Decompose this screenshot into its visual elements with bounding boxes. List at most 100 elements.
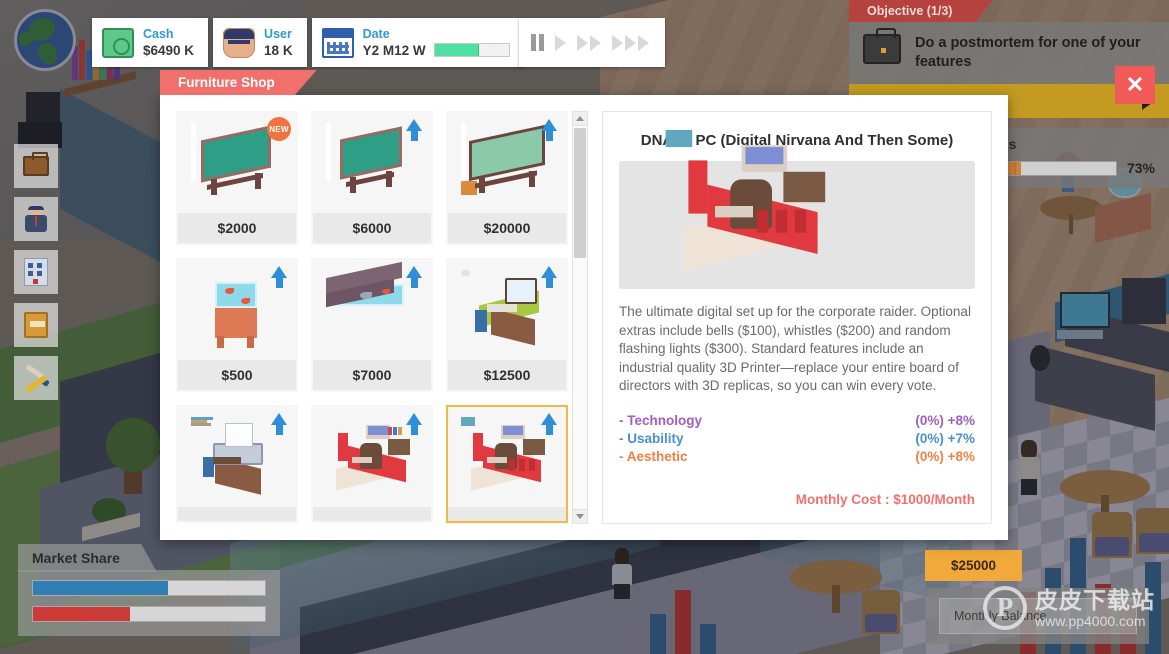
- building-icon: [24, 258, 48, 286]
- tools-icon: [22, 365, 50, 391]
- monthly-balance-label: Monthly Balance: [939, 598, 1137, 634]
- furniture-price: [448, 507, 566, 521]
- detail-image: [619, 161, 975, 289]
- top-hud: Cash $6490 K User 18 K Date Y2 M12 W: [92, 18, 665, 67]
- upgrade-arrow-icon: [271, 413, 288, 435]
- furniture-price: [313, 507, 431, 521]
- hud-cash[interactable]: Cash $6490 K: [92, 18, 208, 67]
- upgrade-arrow-icon: [406, 413, 423, 435]
- hud-user[interactable]: User 18 K: [213, 18, 307, 67]
- scrollbar-thumb[interactable]: [574, 128, 586, 258]
- sidebar-tool-staff[interactable]: [14, 197, 58, 241]
- upgrade-arrow-icon: [271, 266, 288, 288]
- furniture-art: [448, 113, 566, 213]
- employee-icon: [24, 206, 48, 232]
- play-button[interactable]: [555, 35, 566, 51]
- sidebar-tool-settings[interactable]: [14, 356, 58, 400]
- status-title: tatus: [983, 136, 1155, 152]
- furniture-art: [313, 260, 431, 360]
- stat-value: (0%) +8%: [915, 413, 975, 428]
- close-icon[interactable]: ✕: [1115, 66, 1155, 104]
- week-progress-bar: [434, 43, 510, 57]
- money-icon: [102, 28, 134, 58]
- scroll-down-button[interactable]: [573, 509, 587, 523]
- upgrade-arrow-icon: [541, 266, 558, 288]
- ultra-forward-button[interactable]: [612, 35, 649, 51]
- market-share-bar-competitor: [32, 606, 266, 622]
- upgrade-arrow-icon: [541, 119, 558, 141]
- furniture-item[interactable]: $6000: [311, 111, 433, 245]
- furniture-art: [178, 407, 296, 507]
- scroll-up-button[interactable]: [573, 112, 587, 126]
- hud-date[interactable]: Date Y2 M12 W: [312, 18, 524, 67]
- furniture-detail-panel: DNATS PC (Digital Nirvana And Then Some)…: [602, 111, 992, 524]
- stat-row: - Aesthetic (0%) +8%: [619, 449, 975, 464]
- furniture-item[interactable]: $500: [176, 258, 298, 392]
- furniture-art: [448, 407, 566, 507]
- upgrade-arrow-icon: [406, 266, 423, 288]
- book-icon: [24, 312, 48, 338]
- furniture-price: $20000: [448, 213, 566, 243]
- new-badge: NEW: [267, 117, 291, 141]
- market-share-title: Market Share: [32, 550, 120, 566]
- status-percent: 73%: [1127, 160, 1155, 176]
- furniture-scrollbar[interactable]: [572, 111, 588, 524]
- furniture-art: [313, 113, 431, 213]
- furniture-grid-wrapper: NEW $2000 $6000 $20000 $500 $7000 $12500: [176, 111, 588, 524]
- stat-label: - Usability: [619, 431, 684, 446]
- chevron-up-icon: [576, 116, 584, 121]
- furniture-price: [178, 507, 296, 521]
- speed-controls: [519, 18, 665, 67]
- upgrade-arrow-icon: [406, 119, 423, 141]
- furniture-item[interactable]: [446, 405, 568, 523]
- furniture-art: NEW: [178, 113, 296, 213]
- furniture-item[interactable]: [176, 405, 298, 523]
- furniture-shop-title: Furniture Shop: [160, 70, 317, 95]
- stat-row: - Technology (0%) +8%: [619, 413, 975, 428]
- pause-button[interactable]: [531, 34, 544, 51]
- furniture-art: [178, 260, 296, 360]
- furniture-item[interactable]: $12500: [446, 258, 568, 392]
- briefcase-icon: [863, 34, 901, 64]
- furniture-item[interactable]: $7000: [311, 258, 433, 392]
- date-value: Y2 M12 W: [363, 42, 426, 59]
- furniture-art: [448, 260, 566, 360]
- monthly-balance-panel: Monthly Balance: [927, 588, 1149, 644]
- user-value: 18 K: [264, 42, 293, 59]
- date-label: Date: [363, 27, 510, 42]
- cash-label: Cash: [143, 27, 194, 42]
- detail-monthly-cost: Monthly Cost : $1000/Month: [619, 492, 975, 513]
- briefcase-icon: [23, 156, 49, 176]
- furniture-price: $12500: [448, 360, 566, 390]
- stat-row: - Usability (0%) +7%: [619, 431, 975, 446]
- furniture-item[interactable]: $20000: [446, 111, 568, 245]
- furniture-grid: NEW $2000 $6000 $20000 $500 $7000 $12500: [176, 111, 572, 524]
- detail-stats: - Technology(0%) +8%- Usability(0%) +7%-…: [619, 410, 975, 464]
- sidebar-tool-building[interactable]: [14, 250, 58, 294]
- furniture-price: $6000: [313, 213, 431, 243]
- cash-value: $6490 K: [143, 42, 194, 59]
- fast-forward-button[interactable]: [577, 35, 601, 51]
- furniture-shop-modal: Furniture Shop NEW $2000 $6000 $20000 $500 $7…: [160, 70, 1008, 540]
- upgrade-arrow-icon: [541, 413, 558, 435]
- price-button[interactable]: $25000: [925, 550, 1022, 581]
- left-toolbar: [14, 144, 58, 400]
- sidebar-tool-research[interactable]: [14, 303, 58, 347]
- sidebar-tool-briefcase[interactable]: [14, 144, 58, 188]
- furniture-price: $7000: [313, 360, 431, 390]
- furniture-art: [313, 407, 431, 507]
- furniture-price: $2000: [178, 213, 296, 243]
- objective-tab-label: Objective (1/3): [849, 0, 992, 22]
- furniture-item[interactable]: [311, 405, 433, 523]
- stat-label: - Aesthetic: [619, 449, 688, 464]
- stat-value: (0%) +8%: [915, 449, 975, 464]
- chevron-down-icon: [576, 514, 584, 519]
- stat-value: (0%) +7%: [915, 431, 975, 446]
- stat-label: - Technology: [619, 413, 702, 428]
- calendar-icon: [322, 28, 354, 58]
- detail-description: The ultimate digital set up for the corp…: [619, 303, 975, 396]
- furniture-price: $500: [178, 360, 296, 390]
- furniture-item[interactable]: NEW $2000: [176, 111, 298, 245]
- user-icon: [223, 28, 255, 58]
- market-share-bar-player: [32, 580, 266, 596]
